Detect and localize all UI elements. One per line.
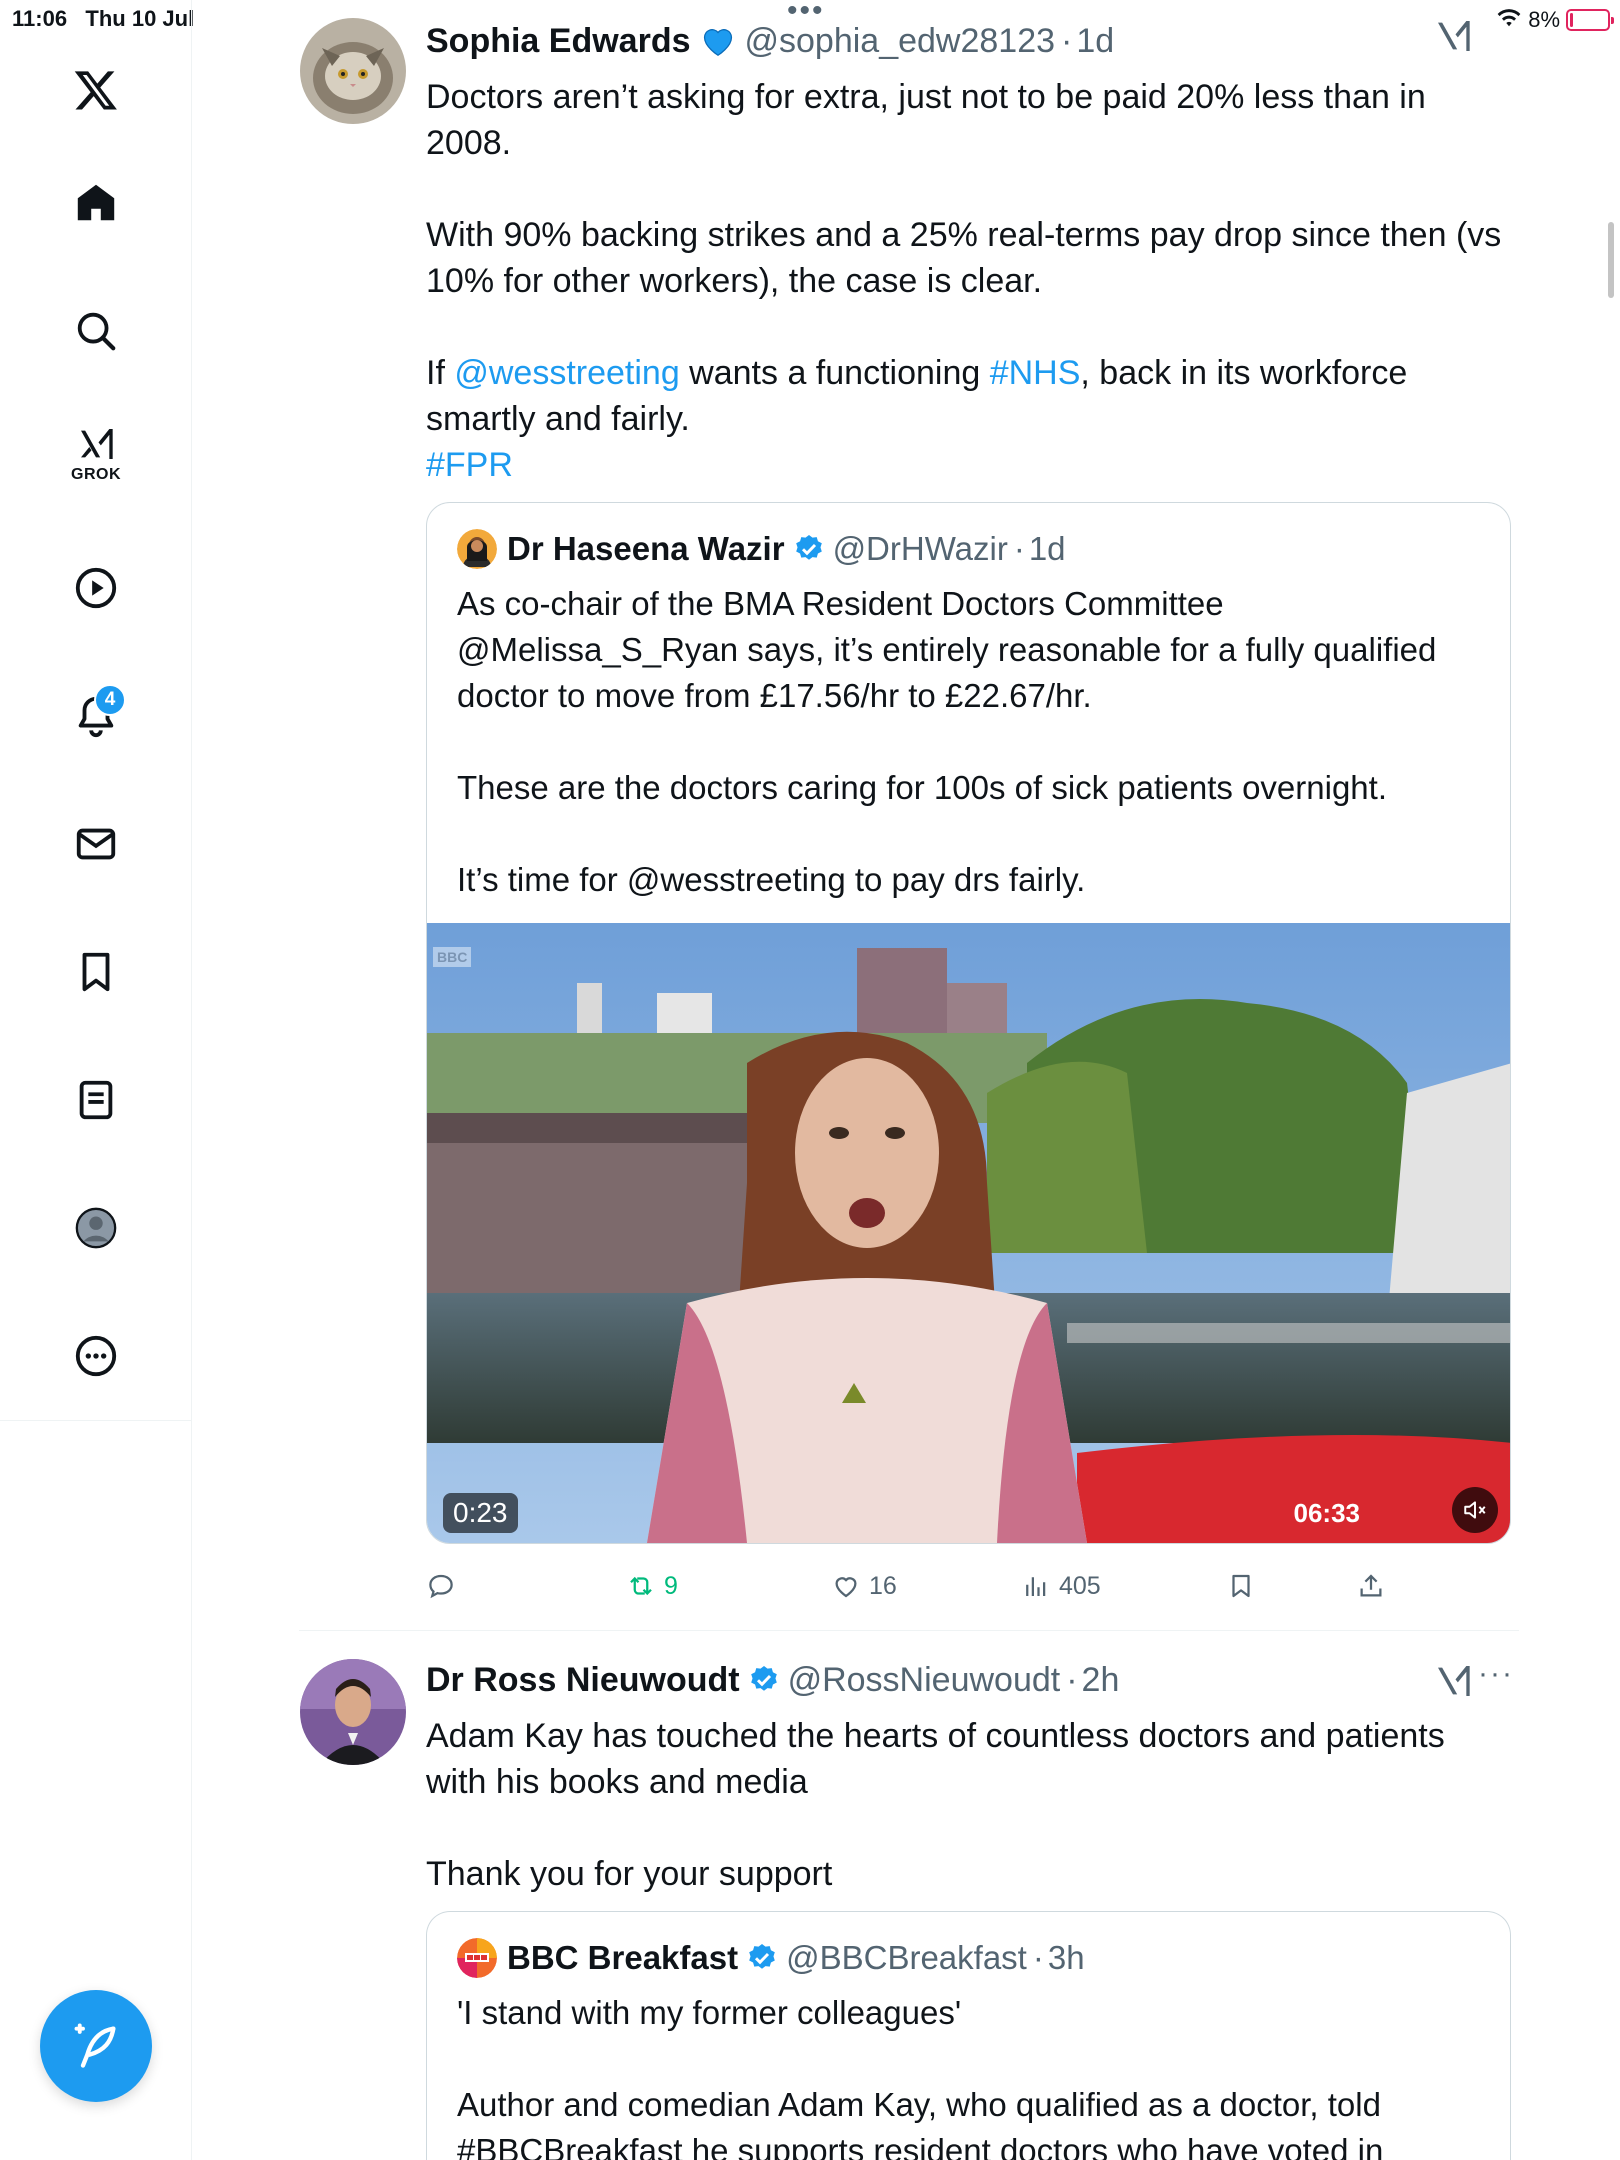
heart-icon — [835, 1577, 857, 1598]
bookmarks-icon[interactable] — [56, 932, 136, 1012]
grok-explain-icon[interactable] — [1433, 16, 1473, 56]
share-button[interactable] — [1356, 1571, 1386, 1601]
post-paragraph: Doctors aren’t asking for extra, just no… — [426, 78, 1426, 162]
video-player[interactable]: BBC 0:23 06:33 — [427, 923, 1510, 1543]
handle[interactable]: @RossNieuwoudt — [788, 1661, 1061, 1700]
separator-dot: · — [1013, 530, 1025, 567]
verified-badge-icon — [749, 1944, 775, 1969]
bbc-logo: BBC — [433, 947, 472, 967]
grok-explain-icon[interactable] — [1433, 1661, 1473, 1701]
x-logo[interactable] — [56, 50, 136, 130]
grok-label: GROK — [71, 466, 121, 483]
quote-header: BBC Breakfast @BBCBreakfast · 3h — [457, 1938, 1480, 1978]
repost-count: 9 — [664, 1571, 678, 1600]
grok-icon[interactable]: GROK — [56, 414, 136, 494]
quote-handle: @DrHWazir — [832, 530, 1008, 567]
repost-button[interactable]: 9 — [626, 1571, 831, 1601]
post-actions: 9 16 405 — [426, 1566, 1511, 1606]
avatar[interactable] — [300, 1659, 406, 1765]
sidebar: GROK 4 — [0, 0, 192, 2160]
separator-dot: · — [1061, 21, 1073, 60]
quote-age: 1d — [1028, 530, 1066, 567]
broadcast-clock: 06:33 — [1293, 1498, 1361, 1528]
post-text: Doctors aren’t asking for extra, just no… — [426, 74, 1511, 488]
quote-display-name: Dr Haseena Wazir — [507, 530, 785, 567]
more-options-icon[interactable]: ••• — [787, 0, 825, 28]
post-paragraph: Thank you for your support — [426, 1855, 833, 1893]
more-options-icon[interactable]: ··· — [1478, 1657, 1514, 1691]
verified-badge-icon — [795, 535, 822, 560]
messages-icon[interactable] — [56, 804, 136, 884]
notifications-badge: 4 — [94, 684, 126, 716]
post-text: Adam Kay has touched the hearts of count… — [426, 1713, 1511, 1897]
separator-dot: · — [1032, 1939, 1044, 1976]
verified-badge-icon — [750, 1666, 777, 1691]
reply-icon — [429, 1574, 453, 1599]
quote-content: Dr Haseena Wazir @DrHWazir · 1d As co-ch… — [427, 503, 1510, 923]
mention-link[interactable]: @wesstreeting — [454, 354, 679, 392]
search-icon[interactable] — [56, 291, 136, 371]
repost-icon — [630, 1576, 652, 1596]
quote-paragraph: These are the doctors caring for 100s of… — [457, 769, 1387, 806]
post-body: Dr Ross Nieuwoudt @RossNieuwoudt · 2h Ad… — [426, 1655, 1511, 2160]
blue-heart-icon — [703, 29, 732, 56]
post-paragraph: With 90% backing strikes and a 25% real-… — [426, 216, 1502, 300]
post-header: Dr Ross Nieuwoudt @RossNieuwoudt · 2h — [426, 1655, 1511, 1705]
home-icon[interactable] — [56, 163, 136, 243]
avatar[interactable] — [300, 18, 406, 124]
lists-icon[interactable] — [56, 1060, 136, 1140]
more-icon[interactable] — [56, 1316, 136, 1396]
post-paragraph: If @wesstreeting wants a functioning #NH… — [426, 354, 1408, 438]
notifications-icon[interactable]: 4 — [56, 676, 136, 756]
post-body: Sophia Edwards @sophia_edw28123 · 1d Doc… — [426, 16, 1511, 1606]
share-icon — [1360, 1574, 1382, 1597]
video-duration: 0:23 — [443, 1493, 518, 1533]
post-age[interactable]: 2h — [1082, 1661, 1120, 1700]
post-divider — [299, 1630, 1519, 1631]
hashtag-link[interactable]: #FPR — [426, 442, 1511, 488]
quote-content: BBC Breakfast @BBCBreakfast · 3h 'I stan… — [427, 1912, 1510, 2160]
quote-avatar — [457, 1938, 497, 1978]
views-icon — [1026, 1577, 1046, 1596]
quote-paragraph: Author and comedian Adam Kay, who qualif… — [457, 2086, 1384, 2160]
scrollbar[interactable] — [1608, 222, 1614, 298]
compose-button[interactable] — [40, 1990, 152, 2102]
quote-paragraph: As co-chair of the BMA Resident Doctors … — [457, 585, 1437, 714]
quote-text: As co-chair of the BMA Resident Doctors … — [457, 581, 1480, 903]
post-paragraph: Adam Kay has touched the hearts of count… — [426, 1717, 1445, 1801]
bookmark-icon — [1232, 1574, 1250, 1598]
views-button[interactable]: 405 — [1021, 1571, 1226, 1601]
post-header: Sophia Edwards @sophia_edw28123 · 1d — [426, 16, 1511, 66]
mute-button[interactable] — [1452, 1487, 1498, 1533]
muted-speaker-icon — [1464, 1501, 1486, 1519]
bookmark-button[interactable] — [1226, 1571, 1356, 1601]
video-frame — [427, 923, 1510, 1543]
quote-card[interactable]: Dr Haseena Wazir @DrHWazir · 1d As co-ch… — [426, 502, 1511, 1544]
quote-header: Dr Haseena Wazir @DrHWazir · 1d — [457, 529, 1480, 569]
hashtag-link[interactable]: #NHS — [990, 354, 1081, 392]
quote-display-name: BBC Breakfast — [507, 1939, 739, 1976]
views-count: 405 — [1059, 1571, 1101, 1600]
timeline: Sophia Edwards @sophia_edw28123 · 1d Doc… — [193, 0, 1593, 2160]
video-icon[interactable] — [56, 548, 136, 628]
quote-card[interactable]: BBC Breakfast @BBCBreakfast · 3h 'I stan… — [426, 1911, 1511, 2160]
quote-text: 'I stand with my former colleagues' Auth… — [457, 1990, 1480, 2160]
like-count: 16 — [869, 1571, 897, 1600]
display-name[interactable]: Sophia Edwards — [426, 22, 691, 61]
quote-paragraph: It’s time for @wesstreeting to pay drs f… — [457, 861, 1086, 898]
quote-handle: @BBCBreakfast — [786, 1939, 1027, 1976]
compose-feather-icon — [74, 2023, 116, 2068]
post-age[interactable]: 1d — [1076, 22, 1114, 61]
quote-avatar — [457, 529, 497, 569]
quote-paragraph: 'I stand with my former colleagues' — [457, 1994, 962, 2031]
reply-button[interactable] — [426, 1571, 626, 1601]
sidebar-divider — [0, 1420, 192, 1421]
separator-dot: · — [1066, 1660, 1078, 1699]
display-name[interactable]: Dr Ross Nieuwoudt — [426, 1661, 740, 1700]
profile-icon[interactable] — [56, 1188, 136, 1268]
like-button[interactable]: 16 — [831, 1571, 1021, 1601]
quote-age: 3h — [1047, 1939, 1085, 1976]
